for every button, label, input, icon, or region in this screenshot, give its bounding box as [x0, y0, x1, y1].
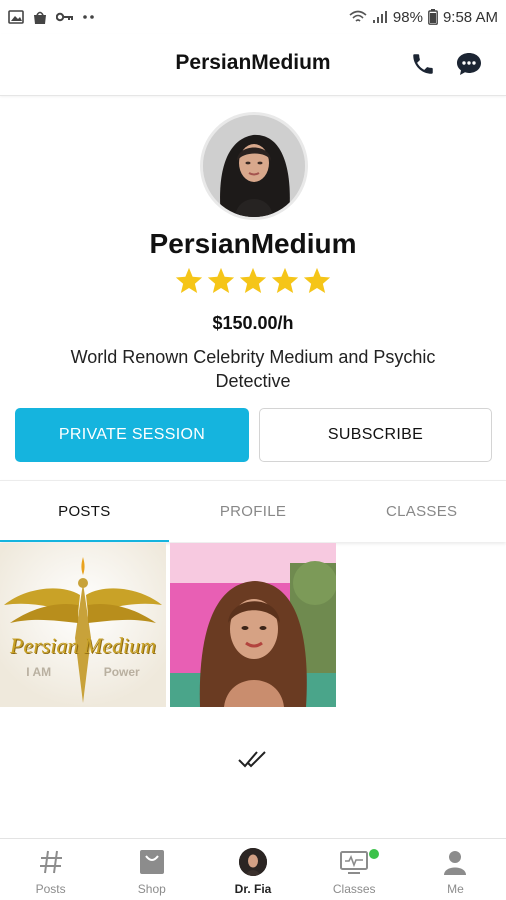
- notification-badge: [367, 848, 380, 860]
- post-thumbnail[interactable]: [170, 543, 336, 707]
- profile-name: PersianMedium: [149, 228, 357, 259]
- avatar: [238, 847, 268, 877]
- post-logo-subtitle: I AM Power: [0, 665, 166, 679]
- dots-icon: [82, 14, 96, 20]
- nav-label: Posts: [35, 882, 66, 896]
- status-left-icons: [8, 10, 96, 25]
- app-header: PersianMedium: [0, 34, 506, 96]
- bag-icon: [32, 10, 48, 25]
- portrait-photo: [170, 543, 336, 707]
- star-icon: [303, 267, 331, 293]
- star-icon: [207, 267, 235, 293]
- avatar-photo: [203, 115, 305, 217]
- phone-icon: [413, 54, 433, 74]
- chat-button[interactable]: [454, 49, 484, 79]
- clock: 9:58 AM: [442, 8, 498, 26]
- battery-icon: [428, 9, 438, 25]
- chat-icon: [457, 53, 481, 75]
- bottom-navigation: Posts Shop Dr. Fia Classes Me: [0, 838, 506, 900]
- post-subtitle-right: Power: [103, 665, 140, 679]
- nav-dr-fia[interactable]: Dr. Fia: [202, 839, 303, 900]
- nav-label: Me: [447, 882, 464, 896]
- nav-me[interactable]: Me: [405, 839, 506, 900]
- tab-classes[interactable]: CLASSES: [337, 481, 506, 542]
- battery-percent: 98%: [392, 8, 423, 26]
- double-check-icon: [238, 751, 266, 768]
- nav-posts[interactable]: Posts: [0, 839, 101, 900]
- nav-shop[interactable]: Shop: [101, 839, 202, 900]
- person-icon: [440, 847, 470, 877]
- profile-bio: World Renown Celebrity Medium and Psychi…: [70, 347, 436, 391]
- nav-label: Classes: [332, 882, 376, 896]
- key-icon: [56, 11, 74, 23]
- star-icon: [239, 267, 267, 293]
- subscribe-button[interactable]: SUBSCRIBE: [259, 408, 492, 462]
- hashtag-icon: [36, 847, 66, 877]
- phone-button[interactable]: [408, 49, 438, 79]
- star-rating: [0, 266, 506, 296]
- star-icon: [175, 267, 203, 293]
- winged-figure-logo: [0, 543, 166, 707]
- profile-avatar[interactable]: [200, 112, 308, 220]
- nav-label: Shop: [137, 882, 166, 896]
- hourly-price: $150.00/h: [212, 313, 294, 333]
- tab-profile[interactable]: PROFILE: [169, 481, 338, 542]
- status-right-icons: 98% 9:58 AM: [349, 9, 498, 26]
- post-subtitle-left: I AM: [26, 665, 52, 679]
- tab-posts[interactable]: POSTS: [0, 481, 169, 542]
- classes-icon: [339, 847, 369, 877]
- image-icon: [8, 10, 24, 24]
- profile-tabs: POSTS PROFILE CLASSES: [0, 480, 506, 542]
- private-session-button[interactable]: PRIVATE SESSION: [15, 408, 249, 462]
- signal-icon: [372, 10, 388, 24]
- star-icon: [271, 267, 299, 293]
- shop-icon: [137, 847, 167, 877]
- nav-label: Dr. Fia: [234, 882, 272, 896]
- nav-classes[interactable]: Classes: [304, 839, 405, 900]
- wifi-icon: [349, 10, 367, 24]
- status-bar: 98% 9:58 AM: [0, 0, 506, 34]
- post-logo-text: Persian Medium: [9, 633, 157, 658]
- post-thumbnail[interactable]: Persian Medium I AM Power: [0, 543, 166, 707]
